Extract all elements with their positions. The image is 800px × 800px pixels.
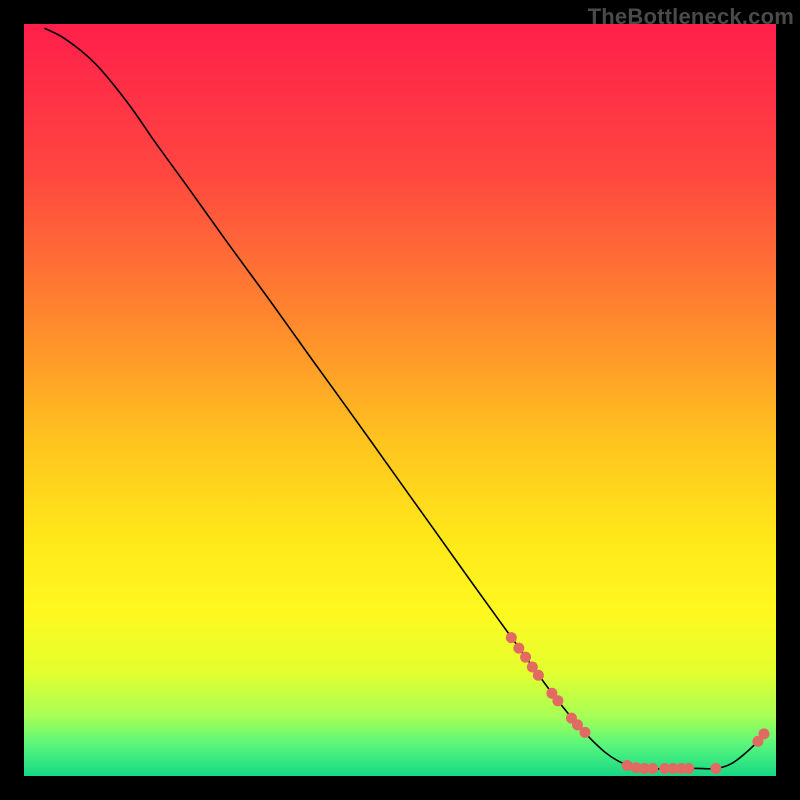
plot-area xyxy=(24,24,776,776)
marker-dot xyxy=(758,728,769,739)
marker-dot xyxy=(513,643,524,654)
marker-dot xyxy=(506,632,517,643)
marker-dot xyxy=(533,670,544,681)
marker-dot xyxy=(552,695,563,706)
marker-dot xyxy=(579,727,590,738)
marker-dot xyxy=(683,763,694,774)
gradient-background xyxy=(24,24,776,776)
marker-dot xyxy=(647,763,658,774)
chart-stage: TheBottleneck.com xyxy=(0,0,800,800)
marker-dot xyxy=(710,763,721,774)
chart-svg xyxy=(24,24,776,776)
marker-dot xyxy=(520,652,531,663)
watermark-text: TheBottleneck.com xyxy=(588,4,794,30)
